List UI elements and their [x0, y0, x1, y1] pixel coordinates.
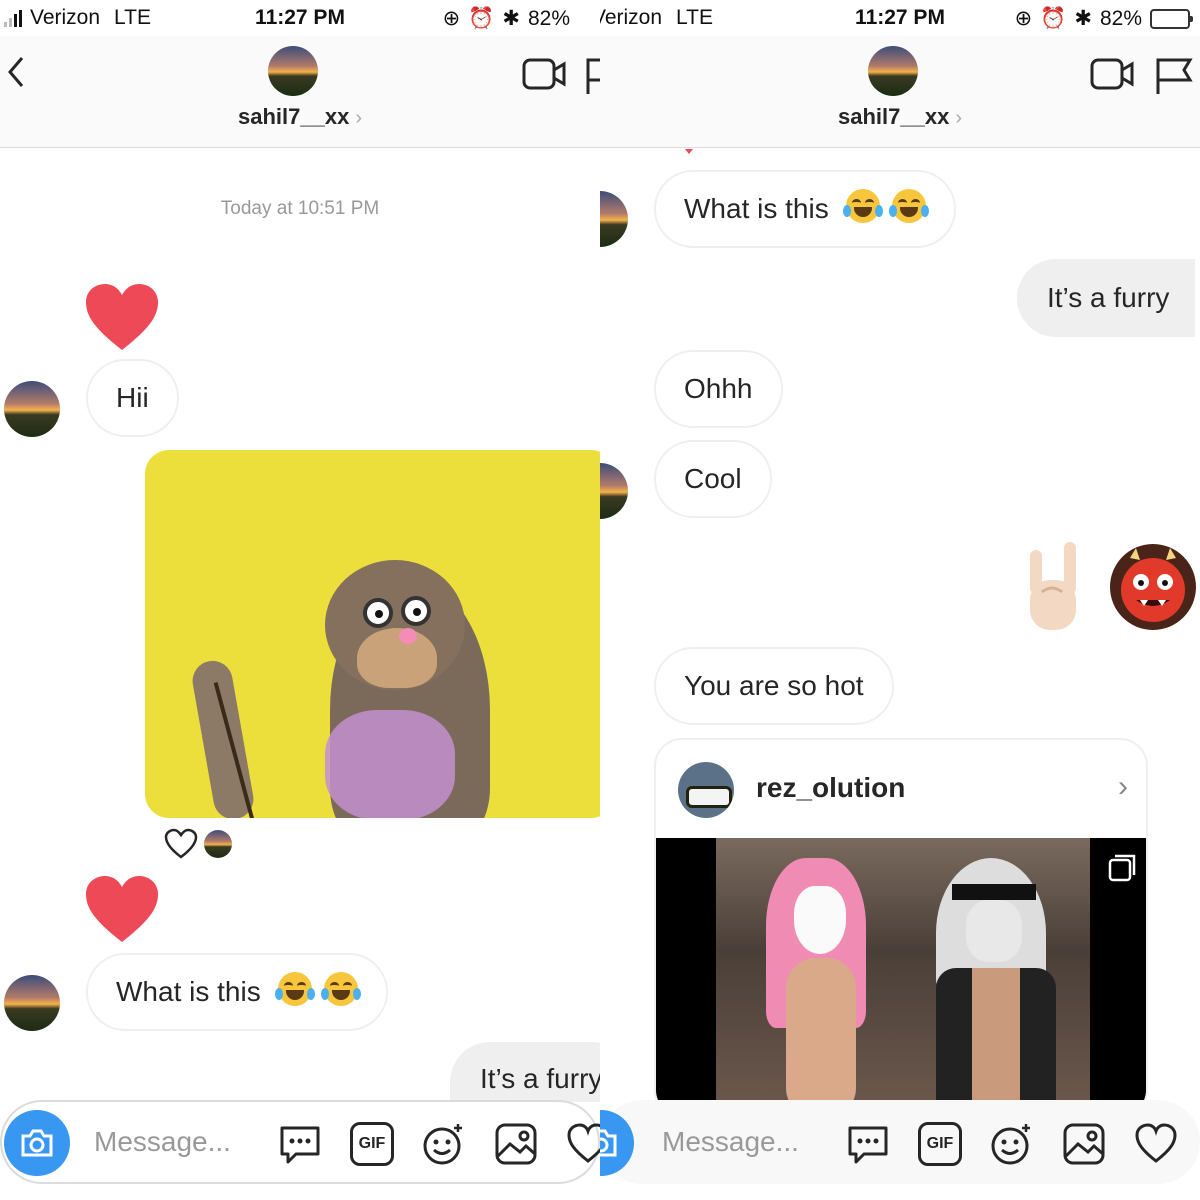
status-bar: Verizon LTE 11:27 PM ⊕ ⏰ ✱ 82%: [0, 0, 600, 36]
message-text: Ohhh: [684, 373, 753, 404]
laughing-tears-emoji-icon: [275, 972, 316, 1006]
message-text: Cool: [684, 463, 742, 494]
message-bubble-incoming[interactable]: Cool: [654, 440, 772, 518]
message-composer: Message... GIF: [600, 1100, 1200, 1184]
sender-avatar[interactable]: [600, 463, 628, 519]
flag-icon[interactable]: [1154, 56, 1194, 96]
shared-post-image[interactable]: [656, 838, 1146, 1116]
heart-outline-icon: [164, 828, 198, 859]
multiple-photos-icon: [1108, 854, 1136, 882]
alarm-icon: ⏰: [468, 6, 495, 30]
gallery-icon[interactable]: [494, 1122, 538, 1166]
message-text: It’s a furry: [480, 1063, 600, 1094]
camera-icon: [600, 1129, 617, 1157]
camera-button[interactable]: [4, 1110, 70, 1176]
puppet-nose: [399, 628, 417, 644]
header-avatar[interactable]: [868, 46, 918, 96]
message-bubble-incoming[interactable]: Ohhh: [654, 350, 783, 428]
header-username[interactable]: sahil7__xx ›: [600, 104, 1200, 130]
message-input[interactable]: Message...: [94, 1126, 231, 1158]
camera-button[interactable]: [600, 1110, 634, 1176]
heart-icon: [86, 876, 158, 942]
sticker-icon[interactable]: [422, 1122, 466, 1166]
chat-header: sahil7__xx ›: [600, 36, 1200, 148]
shared-photo-puppet[interactable]: [145, 450, 600, 818]
sender-avatar[interactable]: [4, 381, 60, 437]
puppet-muzzle: [357, 628, 437, 688]
status-right: ⊕ ⏰ ✱ 82%: [443, 6, 570, 31]
heart-icon: [86, 284, 158, 350]
rotation-lock-icon: ⊕: [1014, 7, 1033, 30]
message-text: You are so hot: [684, 670, 864, 701]
puppet-eye: [401, 596, 431, 626]
shared-post-card[interactable]: rez_olution ›: [654, 738, 1148, 1118]
rotation-lock-icon: ⊕: [442, 7, 461, 30]
sticker-icon[interactable]: [990, 1122, 1034, 1166]
heart-icon[interactable]: [1134, 1122, 1178, 1166]
chat-header: sahil7__xx ›: [0, 36, 600, 148]
gif-button[interactable]: GIF: [350, 1122, 394, 1166]
chevron-right-icon: ›: [955, 107, 962, 129]
chat-bubble-icon[interactable]: [846, 1122, 890, 1166]
laughing-tears-emoji-icon: [321, 972, 362, 1006]
alarm-icon: ⏰: [1040, 6, 1067, 30]
right-screenshot: Verizon LTE 11:27 PM ⊕ ⏰ ✱ 82% sahil7__x…: [600, 0, 1200, 1200]
chevron-right-icon: ›: [1118, 770, 1128, 803]
puppet-eye: [363, 598, 393, 628]
video-call-icon[interactable]: [522, 56, 568, 92]
video-call-icon[interactable]: [1090, 56, 1136, 92]
shared-post-username[interactable]: rez_olution: [756, 772, 905, 804]
reaction-avatar: [202, 828, 234, 860]
message-bubble-incoming[interactable]: What is this: [654, 170, 957, 248]
message-input[interactable]: Message...: [662, 1126, 799, 1158]
status-bar: Verizon LTE 11:27 PM ⊕ ⏰ ✱ 82%: [600, 0, 1200, 36]
message-text: It’s a furry: [1047, 282, 1170, 313]
shared-post-avatar: [678, 762, 734, 818]
header-avatar[interactable]: [268, 46, 318, 96]
battery-icon: [1150, 8, 1193, 29]
cosplay-photo: [716, 838, 1090, 1116]
battery-percent: 82%: [527, 6, 570, 30]
username-text: sahil7__xx: [238, 104, 350, 129]
message-bubble-outgoing-partial[interactable]: It’s a furry: [450, 1042, 600, 1102]
gallery-icon[interactable]: [1062, 1122, 1106, 1166]
pink-hair-cosplayer: [766, 848, 876, 1116]
ogre-emoji-icon: [1110, 544, 1196, 630]
white-hair-cosplayer: [926, 848, 1066, 1116]
message-bubble-outgoing[interactable]: It’s a furry: [1017, 259, 1196, 337]
left-screenshot: Verizon LTE 11:27 PM ⊕ ⏰ ✱ 82% sahil7__x…: [0, 0, 600, 1200]
battery-percent: 82%: [1099, 6, 1142, 30]
sign-of-horns-emoji-icon: [1030, 542, 1076, 630]
gif-button[interactable]: GIF: [918, 1122, 962, 1166]
chat-bubble-icon[interactable]: [278, 1122, 322, 1166]
status-right: ⊕ ⏰ ✱ 82%: [1014, 6, 1193, 31]
back-chevron-icon[interactable]: [4, 54, 28, 90]
message-bubble-incoming[interactable]: Hii: [86, 359, 179, 437]
chevron-right-icon: ›: [355, 107, 362, 129]
laughing-tears-emoji-icon: [889, 189, 930, 223]
message-text: Hii: [116, 382, 149, 413]
photo-reactions[interactable]: [164, 828, 234, 860]
camera-icon: [21, 1129, 53, 1157]
bluetooth-icon: ✱: [502, 7, 520, 30]
puppet-boa: [325, 710, 455, 818]
flag-icon[interactable]: [584, 56, 600, 96]
message-bubble-incoming[interactable]: What is this: [86, 953, 389, 1031]
shared-post-header[interactable]: rez_olution ›: [656, 740, 1146, 838]
heart-icon[interactable]: [566, 1122, 600, 1166]
laughing-tears-emoji-icon: [843, 189, 884, 223]
message-bubble-incoming[interactable]: You are so hot: [654, 647, 894, 725]
message-text: What is this: [684, 193, 829, 224]
header-username[interactable]: sahil7__xx ›: [0, 104, 600, 130]
message-text: What is this: [116, 976, 261, 1007]
conversation-timestamp: Today at 10:51 PM: [220, 198, 380, 219]
message-composer: Message... GIF: [0, 1100, 600, 1184]
bluetooth-icon: ✱: [1074, 7, 1092, 30]
username-text: sahil7__xx: [838, 104, 950, 129]
sender-avatar[interactable]: [4, 975, 60, 1031]
sender-avatar[interactable]: [600, 191, 628, 247]
heart-icon: [684, 149, 694, 154]
